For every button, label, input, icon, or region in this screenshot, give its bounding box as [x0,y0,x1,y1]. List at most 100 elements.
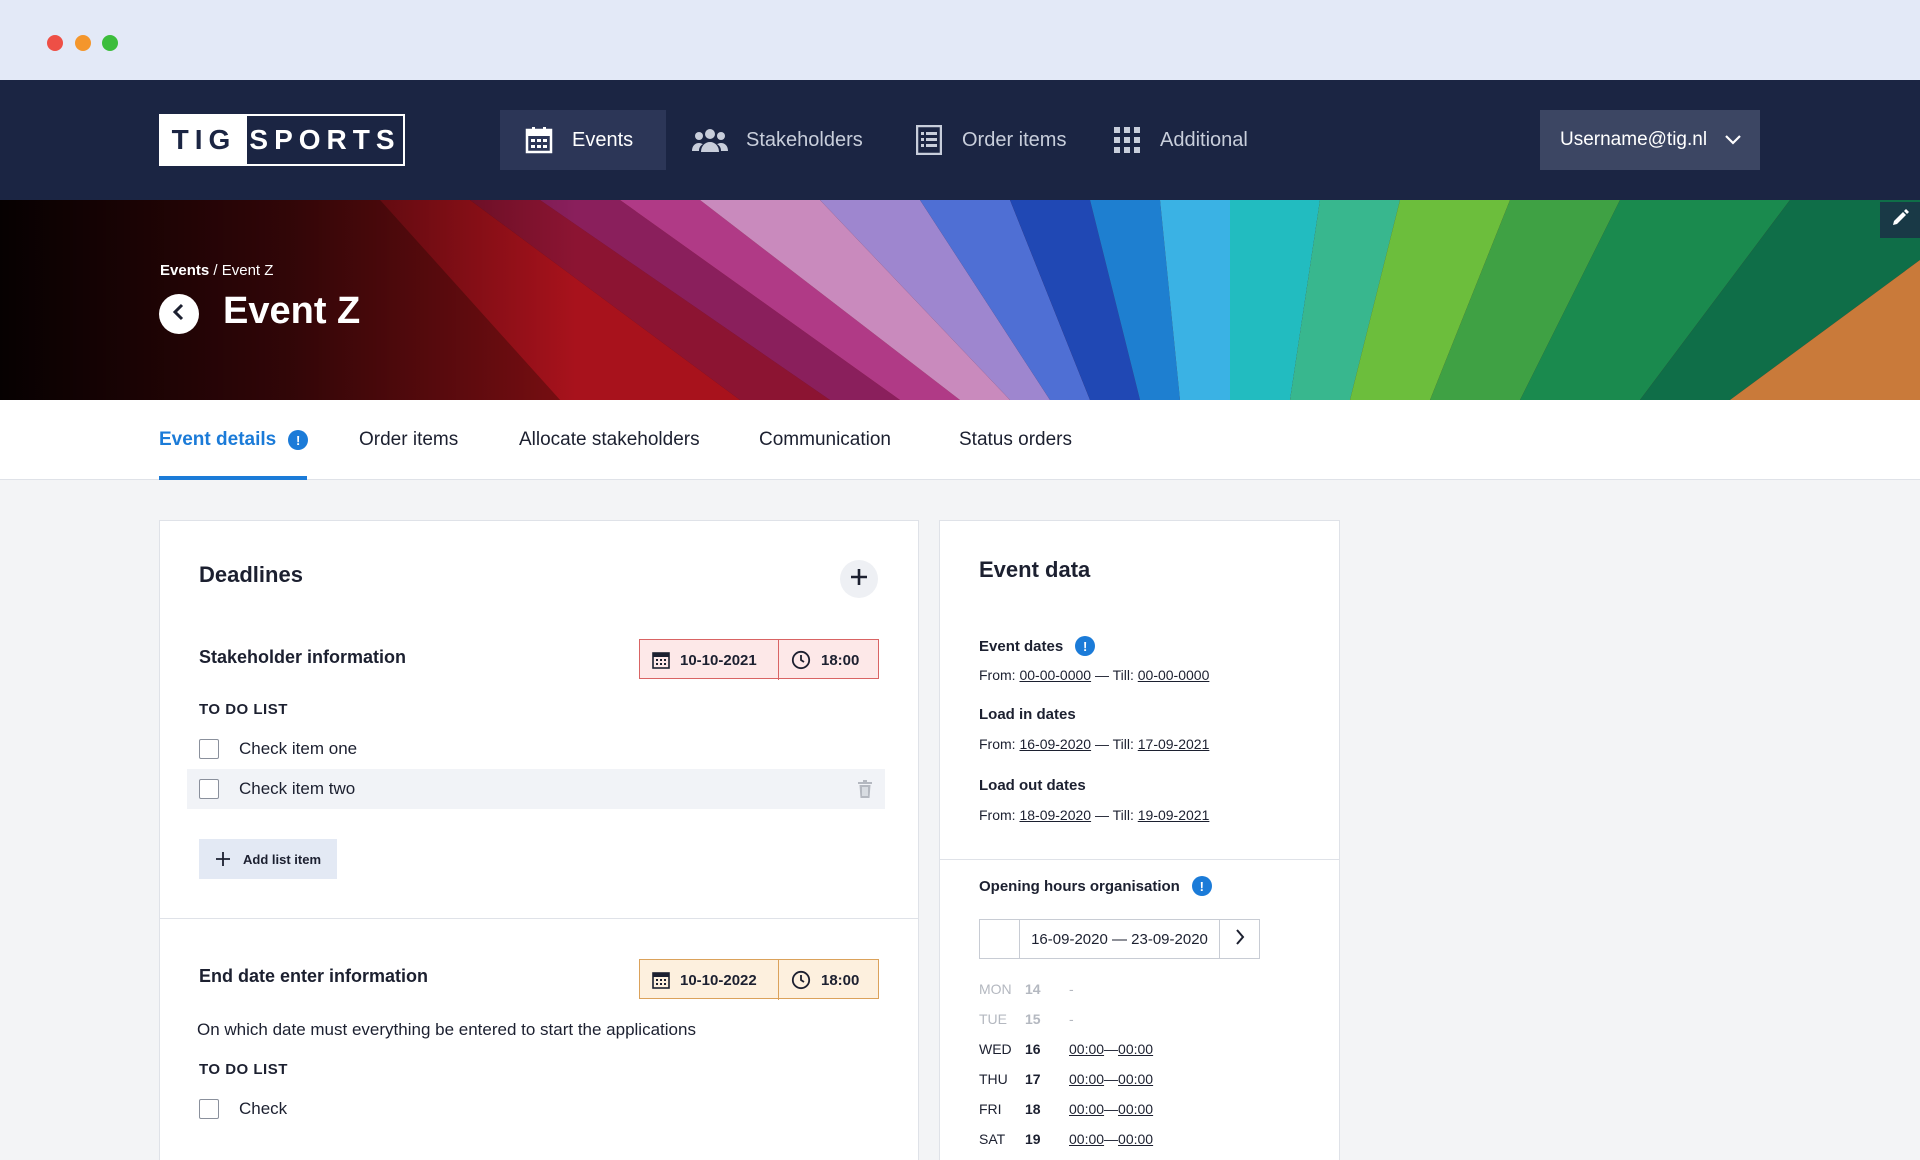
tab-event-details[interactable]: Event details ! [159,400,309,480]
till-label: — Till: [1091,807,1138,823]
calendar-icon [652,651,670,669]
load-in-till[interactable]: 17-09-2021 [1138,736,1210,752]
back-button[interactable] [159,294,199,334]
todo-item-label: Check [239,1099,288,1118]
load-in-from[interactable]: 16-09-2020 [1019,736,1091,752]
nav-item-events[interactable]: Events [500,110,666,170]
breadcrumb-separator: / [209,262,222,279]
nav-item-stakeholders[interactable]: Stakeholders [692,110,863,170]
load-out-from[interactable]: 18-09-2020 [1019,807,1091,823]
info-icon[interactable]: ! [1191,876,1212,896]
add-list-item-button[interactable]: Add list item [199,839,338,879]
username-label: Username@tig.nl [1560,129,1708,150]
logo-right-text: SPORTS [249,124,401,155]
deadline-date[interactable]: 10-10-2022 [640,960,778,1000]
opening-hours-label: Opening hours organisation ! [979,876,1212,896]
opening-hours-row: TUE 15 - [979,1007,1074,1031]
opening-hours-row: WED 16 00:00 — 00:00 [979,1037,1153,1061]
time-separator: — [1104,1071,1119,1087]
load-out-till[interactable]: 19-09-2021 [1138,807,1210,823]
deadline-datetime-overdue[interactable]: 10-10-2021 18:00 [639,639,879,680]
tab-status-orders[interactable]: Status orders [959,400,1072,480]
deadline-datetime-upcoming[interactable]: 10-10-2022 18:00 [639,959,879,1000]
prev-week-button[interactable] [980,920,1020,958]
user-menu-button[interactable]: Username@tig.nl [1540,110,1760,170]
todo-checkbox[interactable] [199,779,219,799]
open-time[interactable]: 00:00 [1069,1041,1104,1057]
active-tab-indicator [159,476,307,480]
event-data-card [939,520,1340,1160]
deadline-time[interactable]: 18:00 [778,960,878,1000]
week-range-picker: 16-09-2020 — 23-09-2020 [979,919,1260,959]
close-time[interactable]: 00:00 [1118,1101,1153,1117]
breadcrumb: Events / Event Z [160,262,273,279]
event-dates-from[interactable]: 00-00-0000 [1019,667,1091,683]
logo-left-text: TIG [161,116,247,164]
edit-banner-button[interactable] [1880,202,1920,238]
nav-item-order-items[interactable]: Order items [914,110,1066,170]
add-deadline-button[interactable] [840,560,878,598]
todo-item-label: Check item one [239,739,358,758]
minimize-window-button[interactable] [75,35,91,51]
deadline-time-value: 18:00 [821,971,860,989]
open-time[interactable]: 00:00 [1069,1131,1104,1147]
time-separator: — [1104,1041,1119,1057]
tig-sports-logo[interactable]: TIG SPORTS [159,114,405,166]
todo-checkbox[interactable] [199,1099,219,1119]
tab-communication[interactable]: Communication [759,400,891,480]
todo-checkbox[interactable] [199,739,219,759]
opening-hours-row: FRI 18 00:00 — 00:00 [979,1097,1153,1121]
alert-icon: ! [288,430,309,450]
breadcrumb-events-link[interactable]: Events [160,262,209,279]
close-time[interactable]: 00:00 [1118,1131,1153,1147]
close-window-button[interactable] [47,35,63,51]
todo-item[interactable]: Check item one [159,729,879,769]
tab-allocate-stakeholders[interactable]: Allocate stakeholders [519,400,700,480]
week-range-value: 16-09-2020 — 23-09-2020 [1031,930,1208,948]
users-icon [692,125,728,155]
from-label: From: [979,736,1020,752]
day-number: 17 [1025,1071,1041,1087]
clock-icon [791,650,811,670]
section-divider [160,918,918,919]
end-date-description: On which date must everything be entered… [197,1020,696,1039]
event-dates-label-text: Event dates [979,637,1064,655]
close-time[interactable]: 00:00 [1118,1071,1153,1087]
deadlines-title: Deadlines [199,562,303,587]
day-name: MON [979,981,1012,997]
deadline-date-value: 10-10-2022 [680,971,757,989]
day-name: WED [979,1041,1012,1057]
day-name: THU [979,1071,1008,1087]
nav-label-additional: Additional [1160,128,1248,151]
opening-hours-label-text: Opening hours organisation [979,877,1180,895]
deadline-time[interactable]: 18:00 [778,640,878,680]
nav-item-additional[interactable]: Additional [1112,110,1248,170]
close-time[interactable]: 00:00 [1118,1041,1153,1057]
next-week-button[interactable] [1219,920,1259,958]
opening-hours-row: THU 17 00:00 — 00:00 [979,1067,1153,1091]
event-dates-till[interactable]: 00-00-0000 [1138,667,1210,683]
tab-order-items[interactable]: Order items [359,400,458,480]
nav-label-order-items: Order items [962,128,1067,151]
load-in-dates-range: From: 16-09-2020 — Till: 17-09-2021 [979,736,1209,752]
day-number: 19 [1025,1131,1041,1147]
time-separator: — [1104,1131,1119,1147]
info-icon[interactable]: ! [1075,636,1096,656]
open-time[interactable]: 00:00 [1069,1101,1104,1117]
breadcrumb-current: Event Z [221,262,274,279]
todo-item-hovered[interactable]: Check item two [187,769,885,809]
load-in-dates-label: Load in dates [979,706,1076,723]
maximize-window-button[interactable] [102,35,118,51]
no-hours: - [1069,1011,1074,1027]
day-number: 16 [1025,1041,1041,1057]
chevron-down-icon [1725,129,1741,151]
trash-icon[interactable] [857,779,873,799]
from-label: From: [979,667,1020,683]
deadline-date[interactable]: 10-10-2021 [640,640,778,680]
end-date-title: End date enter information [199,966,429,986]
todo-item[interactable]: Check [159,1089,879,1129]
list-icon [914,125,944,155]
open-time[interactable]: 00:00 [1069,1071,1104,1087]
time-separator: — [1104,1101,1119,1117]
opening-hours-row: SAT 19 00:00 — 00:00 [979,1127,1153,1151]
